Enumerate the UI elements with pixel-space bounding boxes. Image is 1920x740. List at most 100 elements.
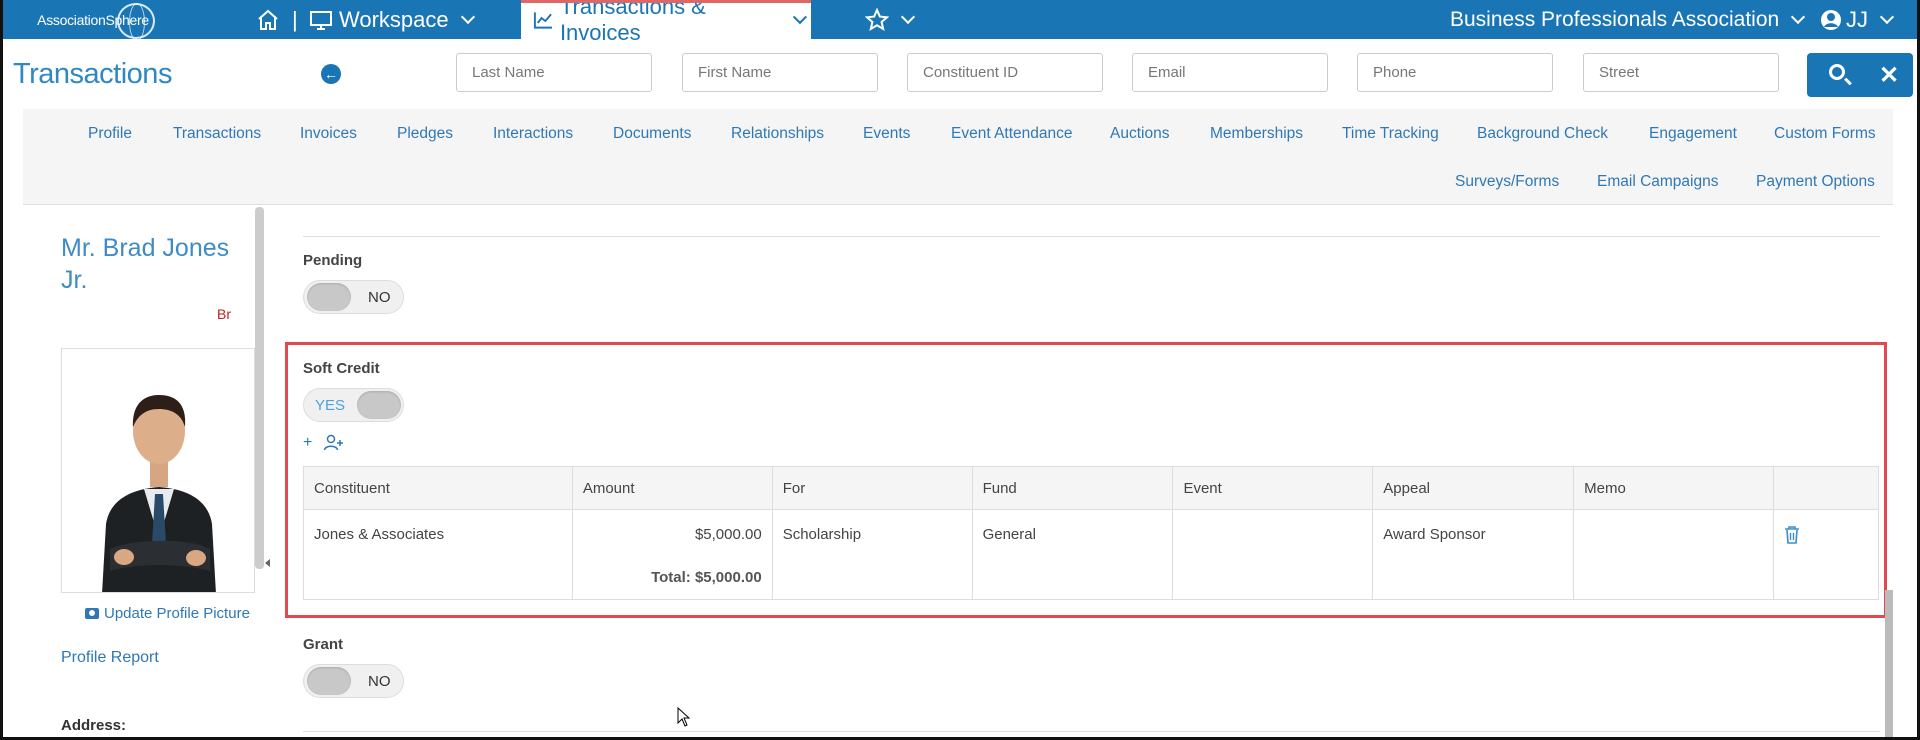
tab-documents[interactable]: Documents <box>613 125 691 143</box>
toggle-knob <box>307 283 351 311</box>
tab-time-tracking[interactable]: Time Tracking <box>1342 125 1439 143</box>
add-user-icon[interactable] <box>323 434 345 452</box>
soft-credit-toggle-value: YES <box>315 397 346 414</box>
tab-transactions[interactable]: Transactions <box>173 125 261 143</box>
back-arrow-icon[interactable]: ← <box>321 64 341 84</box>
column-header-constituent[interactable]: Constituent <box>303 466 573 510</box>
tab-profile[interactable]: Profile <box>88 125 132 143</box>
column-header-appeal[interactable]: Appeal <box>1372 466 1575 510</box>
grant-toggle[interactable]: NO <box>303 664 404 698</box>
street-input[interactable] <box>1583 53 1779 92</box>
trash-icon[interactable] <box>1784 526 1800 544</box>
tab-payment-options[interactable]: Payment Options <box>1756 173 1875 191</box>
amount-value: $5,000.00 <box>694 526 762 543</box>
profile-photo <box>61 348 255 593</box>
column-header-actions <box>1773 466 1879 510</box>
organization-menu[interactable]: Business Professionals Association <box>1450 0 1809 39</box>
profile-panel-scrollbar[interactable] <box>255 207 264 569</box>
amount-total: Total: $5,000.00 <box>651 569 762 586</box>
column-header-amount[interactable]: Amount <box>571 466 773 510</box>
table-header-row: Constituent Amount For Fund Event Appeal… <box>303 466 1879 510</box>
pending-toggle-value: NO <box>368 289 391 306</box>
cell-constituent[interactable]: Jones & Associates <box>303 509 573 600</box>
close-icon[interactable]: ✕ <box>1879 61 1899 90</box>
tab-auctions[interactable]: Auctions <box>1110 125 1169 143</box>
camera-icon <box>85 608 99 619</box>
chevron-down-icon <box>1791 9 1806 25</box>
tab-events[interactable]: Events <box>863 125 910 143</box>
column-header-memo[interactable]: Memo <box>1573 466 1774 510</box>
tab-invoices[interactable]: Invoices <box>300 125 357 143</box>
chevron-down-icon <box>1879 9 1895 25</box>
cell-for[interactable]: Scholarship <box>771 509 973 600</box>
cell-amount[interactable]: $5,000.00 Total: $5,000.00 <box>571 509 773 600</box>
app-frame: AssociationSphere | Workspace Transactio… <box>0 0 1920 740</box>
cell-fund[interactable]: General <box>971 509 1174 600</box>
section-divider <box>303 731 1880 732</box>
home-icon[interactable] <box>256 0 280 39</box>
user-menu[interactable]: JJ <box>1820 0 1898 39</box>
association-sphere-logo[interactable]: AssociationSphere <box>31 3 155 41</box>
soft-credit-toggle[interactable]: YES <box>303 388 404 422</box>
tab-surveys-forms[interactable]: Surveys/Forms <box>1455 173 1559 191</box>
topbar-separator: | <box>292 6 298 32</box>
add-soft-credit-button[interactable]: + <box>303 434 312 452</box>
column-header-event[interactable]: Event <box>1172 466 1374 510</box>
tab-relationships[interactable]: Relationships <box>731 125 824 143</box>
tab-memberships[interactable]: Memberships <box>1210 125 1303 143</box>
star-icon <box>865 7 889 31</box>
update-profile-picture-link[interactable]: Update Profile Picture <box>85 605 250 622</box>
user-circle-icon <box>1821 9 1841 30</box>
pending-label: Pending <box>303 252 363 269</box>
last-name-input[interactable] <box>456 53 652 92</box>
soft-credit-label: Soft Credit <box>303 360 380 377</box>
workspace-menu[interactable]: Workspace <box>309 0 479 39</box>
tab-engagement[interactable]: Engagement <box>1649 125 1737 143</box>
cell-appeal[interactable]: Award Sponsor <box>1372 509 1575 600</box>
main-scrollbar[interactable] <box>1885 590 1893 737</box>
tab-email-campaigns[interactable]: Email Campaigns <box>1597 173 1718 191</box>
chevron-down-icon <box>793 10 808 24</box>
organization-name: Business Professionals Association <box>1450 7 1780 31</box>
chevron-down-icon <box>460 9 475 25</box>
update-profile-picture-label: Update Profile Picture <box>104 605 250 622</box>
active-tab-label: Transactions & Invoices <box>559 0 706 45</box>
search-button-group: ✕ <box>1807 53 1913 97</box>
tab-interactions[interactable]: Interactions <box>493 125 573 143</box>
chart-line-icon <box>533 11 553 29</box>
favorites-menu[interactable] <box>865 0 919 39</box>
table-row: Jones & Associates $5,000.00 Total: $5,0… <box>303 509 1879 600</box>
tab-custom-forms[interactable]: Custom Forms <box>1774 125 1876 143</box>
page-title: Transactions <box>13 58 172 90</box>
address-label: Address: <box>61 717 127 734</box>
collapse-arrow-icon[interactable] <box>265 559 270 567</box>
search-icon[interactable] <box>1829 64 1845 80</box>
email-input[interactable] <box>1132 53 1328 92</box>
column-header-fund[interactable]: Fund <box>971 466 1174 510</box>
tab-transactions-invoices[interactable]: Transactions & Invoices <box>521 0 811 45</box>
constituent-id-input[interactable] <box>907 53 1103 92</box>
first-name-input[interactable] <box>682 53 878 92</box>
tab-event-attendance[interactable]: Event Attendance <box>951 125 1073 143</box>
column-header-for[interactable]: For <box>771 466 973 510</box>
tab-pledges[interactable]: Pledges <box>397 125 453 143</box>
grant-label: Grant <box>303 636 344 653</box>
constituent-badge: Br <box>217 306 231 322</box>
chevron-down-icon <box>900 9 916 25</box>
profile-nav-tabs: Profile Transactions Invoices Pledges In… <box>23 109 1893 205</box>
profile-report-link[interactable]: Profile Report <box>61 649 159 667</box>
toggle-knob <box>357 391 401 419</box>
cell-memo[interactable] <box>1573 509 1774 600</box>
logo-text: AssociationSphere <box>37 12 149 28</box>
grant-toggle-value: NO <box>368 673 391 690</box>
pending-toggle[interactable]: NO <box>303 280 404 314</box>
cell-actions <box>1773 509 1879 600</box>
user-initials: JJ <box>1846 6 1868 32</box>
cell-event[interactable] <box>1172 509 1374 600</box>
phone-input[interactable] <box>1357 53 1553 92</box>
tab-background-check[interactable]: Background Check <box>1477 125 1608 143</box>
constituent-name: Mr. Brad Jones Jr. <box>61 234 230 294</box>
soft-credit-table: Constituent Amount For Fund Event Appeal… <box>303 466 1879 600</box>
toggle-knob <box>307 667 351 695</box>
top-navigation-bar: AssociationSphere | Workspace Transactio… <box>3 0 1917 45</box>
